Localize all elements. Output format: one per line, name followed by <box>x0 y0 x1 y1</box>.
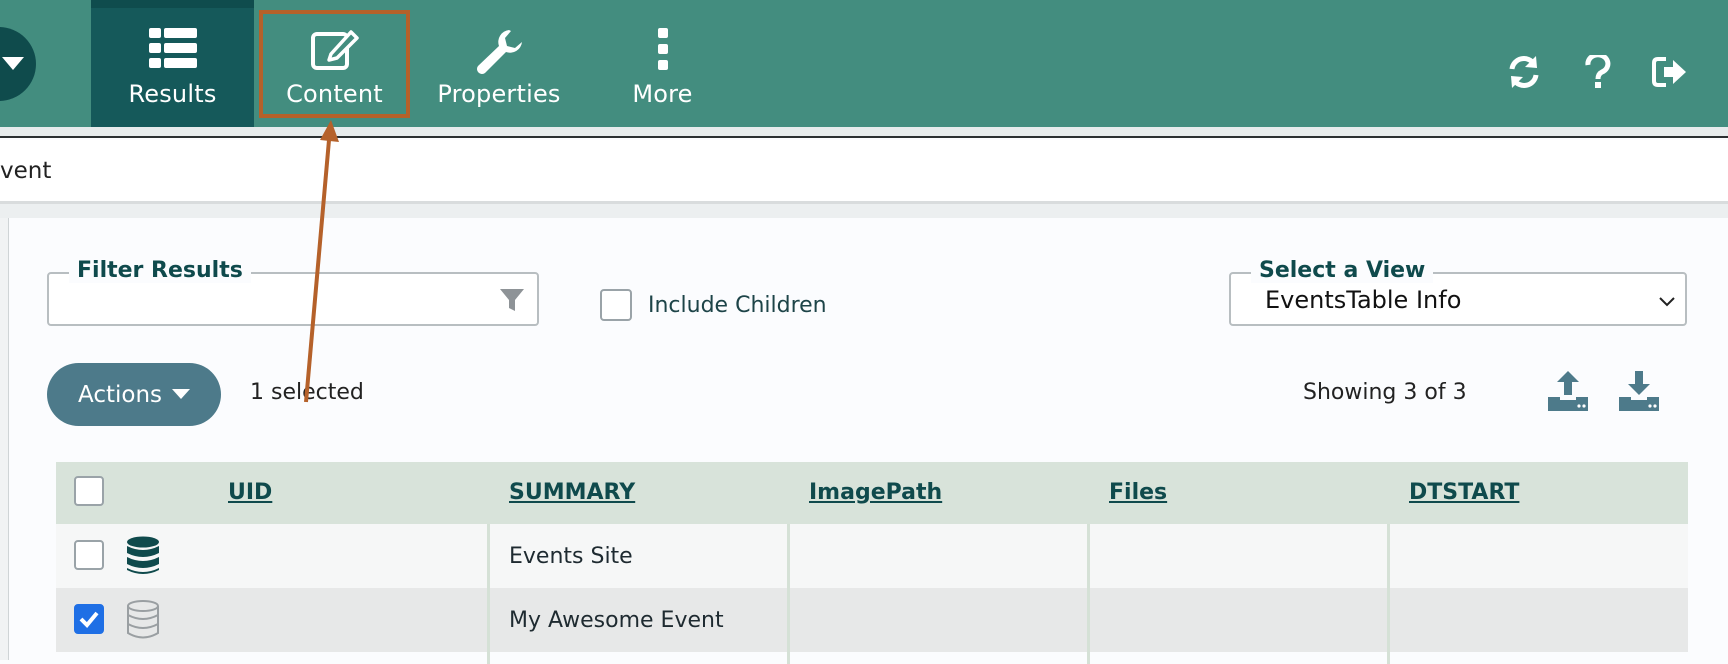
select-view-legend: Select a View <box>1251 258 1434 283</box>
filter-input[interactable] <box>59 282 479 316</box>
filter-icon[interactable] <box>499 287 525 317</box>
content-highlight-box <box>259 10 410 118</box>
tab-properties[interactable]: Properties <box>420 0 578 127</box>
breadcrumb: vent <box>0 140 1728 204</box>
column-divider <box>1087 524 1090 664</box>
table-row[interactable]: Events Site <box>56 524 1688 588</box>
left-panel-edge <box>0 218 9 660</box>
selected-count: 1 selected <box>250 380 364 405</box>
wrench-icon <box>420 28 578 74</box>
filter-results-legend: Filter Results <box>69 258 251 283</box>
include-children-checkbox[interactable] <box>600 289 632 321</box>
download-icon[interactable] <box>1617 369 1661 413</box>
showing-count: Showing 3 of 3 <box>1303 380 1467 405</box>
column-divider <box>487 524 490 664</box>
list-icon <box>91 28 254 72</box>
table-row[interactable]: My Awesome Event <box>56 588 1688 652</box>
tab-properties-label: Properties <box>437 80 561 108</box>
upload-icon[interactable] <box>1546 369 1590 413</box>
column-header-uid[interactable]: UID <box>228 480 272 505</box>
column-divider <box>787 524 790 664</box>
cell-summary: Events Site <box>509 544 633 569</box>
column-divider <box>1387 524 1390 664</box>
column-header-imagepath[interactable]: ImagePath <box>809 480 942 505</box>
actions-button[interactable]: Actions <box>47 363 221 426</box>
include-children-label: Include Children <box>648 292 827 318</box>
cell-summary: My Awesome Event <box>509 608 724 633</box>
menu-dropdown-button[interactable] <box>0 27 36 101</box>
filter-results-field[interactable]: Filter Results <box>47 258 539 326</box>
logout-icon[interactable] <box>1650 52 1690 92</box>
include-children-toggle[interactable]: Include Children <box>600 289 827 321</box>
tab-results-label: Results <box>128 80 217 108</box>
checkmark-icon <box>79 611 99 628</box>
select-view-value: EventsTable Info <box>1265 286 1462 314</box>
caret-down-icon <box>2 57 24 70</box>
database-icon <box>126 536 160 580</box>
help-icon[interactable] <box>1578 52 1618 92</box>
caret-down-icon <box>172 389 190 399</box>
database-outline-icon <box>126 600 160 644</box>
column-header-files[interactable]: Files <box>1109 480 1167 505</box>
toolbar-divider <box>0 127 1728 138</box>
tab-results[interactable]: Results <box>91 0 254 127</box>
chevron-down-icon <box>1659 292 1675 311</box>
refresh-icon[interactable] <box>1504 52 1544 92</box>
column-header-dtstart[interactable]: DTSTART <box>1409 480 1519 505</box>
select-view-dropdown[interactable]: Select a View EventsTable Info <box>1229 258 1687 326</box>
table-header-row: UID SUMMARY ImagePath Files DTSTART <box>56 462 1688 524</box>
actions-button-label: Actions <box>77 381 162 408</box>
more-vertical-icon <box>585 28 740 72</box>
section-divider <box>0 204 1728 218</box>
row-checkbox[interactable] <box>74 604 104 634</box>
tab-more-label: More <box>632 80 693 108</box>
select-all-checkbox[interactable] <box>74 476 104 506</box>
column-header-summary[interactable]: SUMMARY <box>509 480 635 505</box>
tab-more[interactable]: More <box>585 0 740 127</box>
breadcrumb-text[interactable]: vent <box>0 158 51 184</box>
row-checkbox[interactable] <box>74 540 104 570</box>
